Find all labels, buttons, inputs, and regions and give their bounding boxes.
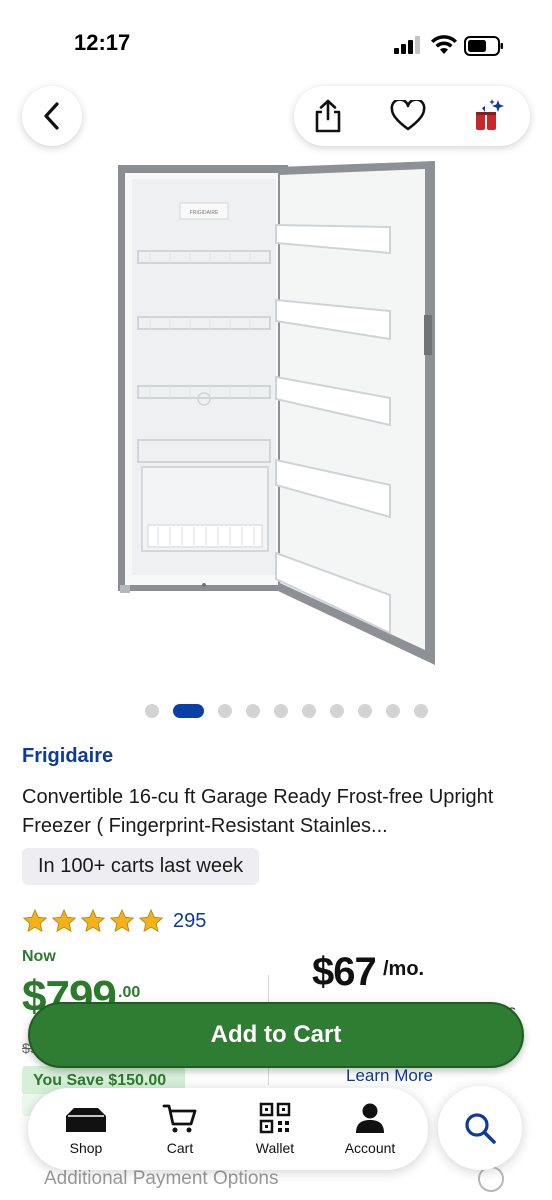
status-time: 12:17 [74,30,131,55]
person-icon [356,1103,384,1133]
qr-wallet-icon [259,1102,291,1134]
favorite-button[interactable] [390,98,426,134]
add-to-cart-button[interactable]: Add to Cart [28,1002,524,1068]
carousel-dot[interactable] [173,704,204,718]
shop-icon [66,1108,106,1132]
star-icon [80,908,106,933]
battery-icon [464,36,503,56]
carousel-dot[interactable] [274,704,288,718]
star-icon [138,908,164,933]
heart-icon [390,100,426,131]
popularity-badge: In 100+ carts last week [22,848,260,885]
image-carousel-dots[interactable] [145,704,428,718]
wifi-icon [431,35,457,54]
sparkle-gift-icon [476,99,504,130]
star-icon [51,908,77,933]
search-icon [465,1113,496,1144]
carousel-dot[interactable] [246,704,260,718]
signal-icon [394,36,422,54]
carousel-dot[interactable] [330,704,344,718]
carousel-dot[interactable] [218,704,232,718]
brand-link[interactable]: Frigidaire [22,745,113,768]
star-icon [22,908,48,933]
additional-payment-options[interactable]: Additional Payment Options [44,1168,278,1190]
cart-icon [162,1104,197,1133]
monthly-price: $67 [312,950,377,994]
product-image[interactable]: FRIGIDAIRE [110,155,445,675]
learn-more-link[interactable]: Learn More [346,1066,433,1086]
nav-account[interactable]: Account [330,1102,410,1156]
monthly-unit: /mo. [383,958,425,980]
search-button[interactable] [438,1086,522,1170]
carousel-dot[interactable] [145,704,159,718]
nav-shop-label: Shop [69,1140,103,1156]
nav-account-label: Account [344,1140,396,1156]
carousel-dot[interactable] [386,704,400,718]
carousel-dot[interactable] [414,704,428,718]
product-actions [294,86,530,146]
share-icon [315,99,341,133]
carousel-dot[interactable] [302,704,316,718]
gift-button[interactable] [470,98,506,134]
back-button[interactable] [22,86,82,146]
current-price-cents: .00 [118,984,141,1001]
star-rating [22,908,164,934]
now-label: Now [22,948,56,965]
nav-cart-label: Cart [166,1140,194,1156]
nav-wallet[interactable]: Wallet [235,1102,315,1156]
status-bar: 12:17 [0,0,552,80]
nav-shop[interactable]: Shop [46,1102,126,1156]
review-count[interactable]: 295 [173,910,206,933]
share-button[interactable] [310,98,346,134]
nav-cart[interactable]: Cart [140,1102,220,1156]
carousel-dot[interactable] [358,704,372,718]
star-icon [109,908,135,933]
bottom-navigation: Shop Cart Wallet Account [28,1088,428,1170]
chevron-left-icon [44,102,59,130]
svg-text:FRIGIDAIRE: FRIGIDAIRE [190,210,219,216]
rating-row[interactable]: 295 [22,908,206,934]
nav-wallet-label: Wallet [255,1140,295,1156]
product-title: Convertible 16-cu ft Garage Ready Frost-… [22,786,494,837]
